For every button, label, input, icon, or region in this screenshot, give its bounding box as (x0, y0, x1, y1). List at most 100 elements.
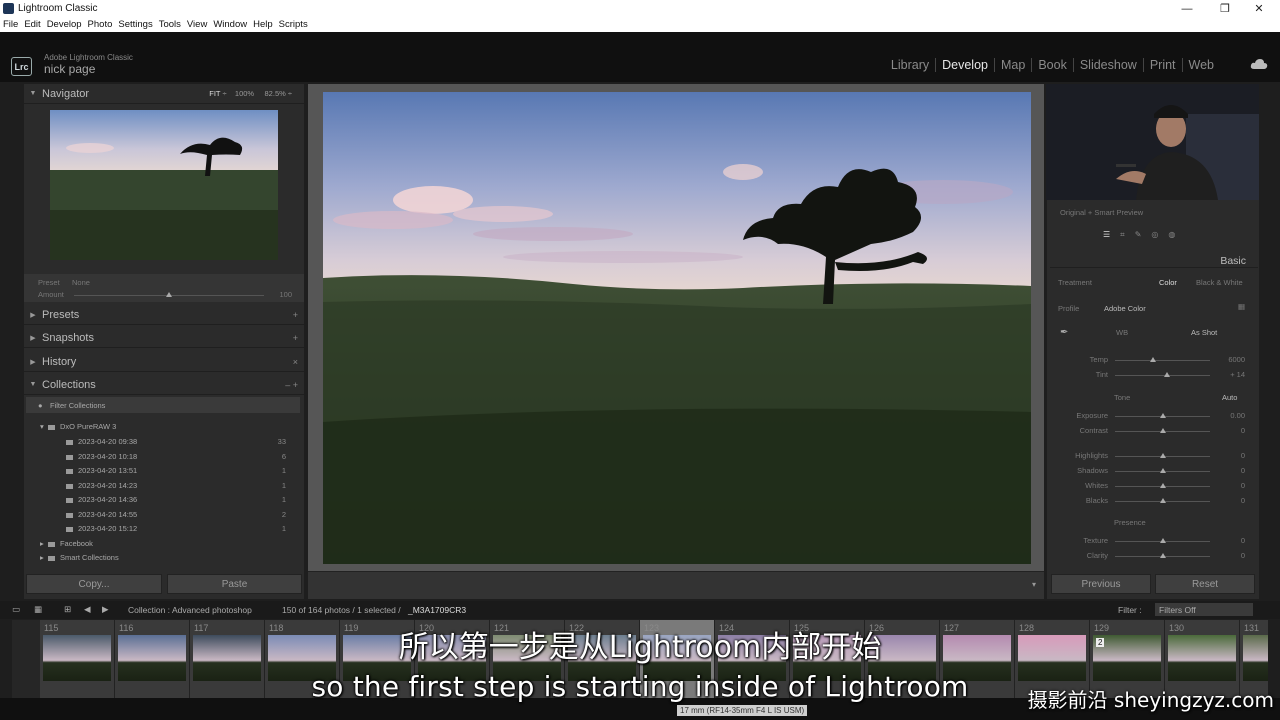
preset-value: None (72, 278, 90, 287)
toolbar-menu-icon[interactable]: ▾ (1032, 580, 1036, 589)
collections-header[interactable]: ▼ Collections – + (24, 375, 304, 395)
collection-set-facebook[interactable]: ▸ Facebook (40, 539, 93, 548)
menu-develop[interactable]: Develop (44, 19, 85, 30)
module-slideshow[interactable]: Slideshow (1074, 58, 1144, 72)
grid-view-icon[interactable]: ▦ (34, 604, 42, 615)
maximize-button[interactable]: ❐ (1208, 0, 1242, 17)
slider-thumb[interactable] (1159, 453, 1166, 458)
auto-tone-button[interactable]: Auto (1222, 393, 1237, 402)
photo-count: 150 of 164 photos / 1 selected / (282, 605, 401, 615)
slider-thumb[interactable] (1159, 428, 1166, 433)
module-book[interactable]: Book (1032, 58, 1074, 72)
menu-view[interactable]: View (184, 19, 210, 30)
source-collection[interactable]: Collection : Advanced photoshop (128, 605, 252, 615)
slider-value[interactable]: 6000 (1228, 355, 1245, 364)
cloud-sync-icon[interactable] (1250, 58, 1268, 70)
redeye-icon[interactable]: ◎ (1151, 230, 1168, 239)
previous-button[interactable]: Previous (1051, 574, 1151, 594)
amount-slider-thumb[interactable] (166, 292, 172, 297)
lrc-logo: Lrc (11, 57, 32, 76)
crop-icon[interactable]: ⌗ (1120, 230, 1135, 239)
mask-icon[interactable]: ◍ (1168, 230, 1185, 239)
add-preset-icon[interactable]: + (293, 310, 298, 320)
copy-button[interactable]: Copy... (26, 574, 162, 594)
add-snapshot-icon[interactable]: + (293, 333, 298, 343)
second-window-icon[interactable]: ▭ (12, 604, 20, 615)
slider-value[interactable]: 0 (1241, 466, 1245, 475)
slider-thumb[interactable] (1159, 468, 1166, 473)
slider-thumb[interactable] (1159, 538, 1166, 543)
menu-help[interactable]: Help (250, 19, 276, 30)
collection-item[interactable]: 2023-04-20 15:12 (66, 524, 137, 533)
add-collection-icon[interactable]: – + (285, 380, 298, 390)
clear-history-icon[interactable]: × (293, 357, 298, 367)
slider-value[interactable]: 0 (1241, 426, 1245, 435)
zoom-fit[interactable]: FIT (209, 89, 220, 98)
folder-icon (47, 424, 55, 430)
paste-button[interactable]: Paste (167, 574, 302, 594)
collection-set-smart[interactable]: ▸ Smart Collections (40, 553, 119, 562)
collection-item[interactable]: 2023-04-20 14:55 (66, 510, 137, 519)
back-arrow-icon[interactable]: ◀ (84, 604, 91, 615)
menu-tools[interactable]: Tools (156, 19, 184, 30)
history-header[interactable]: ▶ History × (24, 352, 304, 372)
menu-photo[interactable]: Photo (85, 19, 116, 30)
selected-filename[interactable]: _M3A1709CR3 (408, 605, 466, 615)
edit-sliders-icon[interactable]: ☰ (1103, 230, 1120, 239)
forward-arrow-icon[interactable]: ▶ (102, 604, 109, 615)
collection-set-dxo[interactable]: ▾ DxO PureRAW 3 (40, 422, 116, 431)
module-print[interactable]: Print (1144, 58, 1183, 72)
slider-value[interactable]: 0 (1241, 551, 1245, 560)
menu-edit[interactable]: Edit (21, 19, 43, 30)
treatment-color[interactable]: Color (1159, 278, 1177, 287)
menu-window[interactable]: Window (210, 19, 250, 30)
filter-collections-row[interactable]: ● Filter Collections (26, 397, 300, 413)
collection-item[interactable]: 2023-04-20 09:38 (66, 437, 137, 446)
slider-track[interactable] (1115, 360, 1210, 361)
module-web[interactable]: Web (1183, 58, 1220, 72)
slider-thumb[interactable] (1159, 413, 1166, 418)
lens-tooltip: 17 mm (RF14-35mm F4 L IS USM) (677, 705, 808, 716)
zoom-100[interactable]: 100% (235, 89, 254, 98)
module-develop[interactable]: Develop (936, 58, 995, 72)
navigator-header[interactable]: ▼ Navigator FIT ÷ 100% 82.5% ÷ (24, 84, 304, 104)
library-grid-icon[interactable]: ⊞ (64, 604, 71, 615)
menu-settings[interactable]: Settings (115, 19, 155, 30)
slider-value[interactable]: 0.00 (1230, 411, 1245, 420)
slider-thumb[interactable] (1164, 372, 1171, 377)
zoom-825[interactable]: 82.5% (265, 89, 286, 98)
profile-browser-icon[interactable]: ▦ (1238, 302, 1245, 311)
presets-header[interactable]: ▶ Presets + (24, 305, 304, 325)
slider-thumb[interactable] (1150, 357, 1156, 362)
module-map[interactable]: Map (995, 58, 1033, 72)
collection-item[interactable]: 2023-04-20 10:18 (66, 452, 137, 461)
menu-scripts[interactable]: Scripts (276, 19, 311, 30)
slider-value[interactable]: 0 (1241, 451, 1245, 460)
slider-value[interactable]: + 14 (1230, 370, 1245, 379)
menu-file[interactable]: File (0, 19, 21, 30)
minimize-button[interactable]: — (1170, 0, 1204, 17)
filter-dropdown[interactable]: Filters Off (1155, 603, 1253, 616)
wb-eyedropper-icon[interactable]: ✒ (1060, 327, 1068, 338)
snapshots-header[interactable]: ▶ Snapshots + (24, 328, 304, 348)
close-button[interactable]: ✕ (1242, 0, 1276, 17)
module-library[interactable]: Library (885, 58, 937, 72)
reset-button[interactable]: Reset (1155, 574, 1255, 594)
slider-value[interactable]: 0 (1241, 496, 1245, 505)
brush-icon[interactable]: ✎ (1135, 230, 1152, 239)
slider-value[interactable]: 0 (1241, 481, 1245, 490)
slider-thumb[interactable] (1159, 498, 1166, 503)
collection-item[interactable]: 2023-04-20 14:36 (66, 495, 137, 504)
collection-item[interactable]: 2023-04-20 13:51 (66, 466, 137, 475)
slider-value[interactable]: 0 (1241, 536, 1245, 545)
navigator-preview[interactable] (50, 110, 278, 260)
collection-count: 6 (281, 452, 286, 461)
treatment-bw[interactable]: Black & White (1196, 278, 1243, 287)
profile-dropdown[interactable]: Adobe Color (1104, 304, 1146, 313)
slider-track[interactable] (1115, 375, 1210, 376)
collection-item[interactable]: 2023-04-20 14:23 (66, 481, 137, 490)
slider-thumb[interactable] (1159, 483, 1166, 488)
slider-thumb[interactable] (1159, 553, 1166, 558)
main-photo[interactable] (323, 92, 1031, 564)
wb-dropdown[interactable]: As Shot (1191, 328, 1217, 337)
